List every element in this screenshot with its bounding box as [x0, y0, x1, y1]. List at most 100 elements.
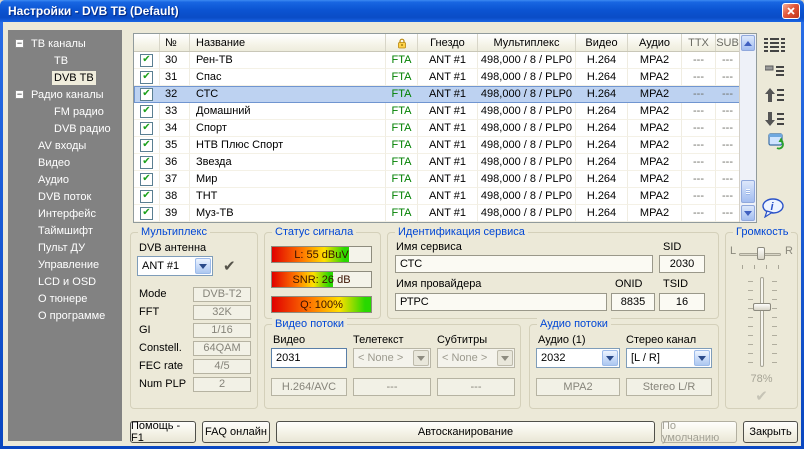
- sidebar-item[interactable]: Аудио: [8, 171, 122, 188]
- channel-row[interactable]: 35 НТВ Плюс Спорт FTA ANT #1 498,000 / 8…: [134, 137, 756, 154]
- scroll-track[interactable]: [740, 52, 756, 204]
- remove-channel-button[interactable]: [762, 60, 788, 82]
- dropdown-button[interactable]: [195, 258, 211, 274]
- close-button[interactable]: [782, 3, 800, 19]
- sidebar-item[interactable]: ТВ каналы: [8, 35, 122, 52]
- lock-icon: [396, 37, 408, 49]
- sidebar-item[interactable]: О программе: [8, 307, 122, 324]
- multiplex-field: Constell. 64QAM: [139, 341, 251, 355]
- sidebar-item[interactable]: DVB ТВ: [8, 69, 122, 86]
- sidebar-item[interactable]: О тюнере: [8, 290, 122, 307]
- header-ttx[interactable]: TTX: [682, 34, 716, 51]
- audio-codec-field: MPA2: [536, 378, 620, 396]
- provider-field: РТРС: [395, 293, 607, 311]
- title-bar[interactable]: Настройки - DVB ТВ (Default): [0, 0, 804, 22]
- balance-slider-thumb[interactable]: [757, 247, 765, 260]
- header-audio[interactable]: Аудио: [628, 34, 682, 51]
- multiplex-field-value: 1/16: [193, 323, 251, 338]
- channel-checkbox[interactable]: [140, 207, 153, 220]
- channel-checkbox[interactable]: [140, 122, 153, 135]
- channel-row[interactable]: 39 Муз-ТВ FTA ANT #1 498,000 / 8 / PLP0 …: [134, 205, 756, 222]
- help-button[interactable]: Помощь - F1: [130, 421, 196, 443]
- channel-checkbox[interactable]: [140, 71, 153, 84]
- channel-row[interactable]: 36 Звезда FTA ANT #1 498,000 / 8 / PLP0 …: [134, 154, 756, 171]
- channel-sub: ---: [716, 205, 739, 222]
- channel-video: H.264: [576, 205, 628, 222]
- subtitles-value: < None >: [438, 352, 496, 364]
- sidebar-item[interactable]: Радио каналы: [8, 86, 122, 103]
- sidebar-item[interactable]: DVB поток: [8, 188, 122, 205]
- dropdown-button[interactable]: [602, 350, 618, 366]
- scroll-up-button[interactable]: [741, 35, 755, 51]
- audio-panel-title: Аудио потоки: [537, 317, 611, 331]
- antenna-apply-check-icon[interactable]: ✔: [223, 257, 236, 275]
- video-pid-input[interactable]: 2031: [271, 348, 347, 368]
- channel-checkbox[interactable]: [140, 54, 153, 67]
- sidebar-item[interactable]: AV входы: [8, 137, 122, 154]
- multiplex-field: Num PLP 2: [139, 377, 251, 391]
- channel-checkbox[interactable]: [140, 139, 153, 152]
- channel-row[interactable]: 30 Рен-ТВ FTA ANT #1 498,000 / 8 / PLP0 …: [134, 52, 756, 69]
- channel-row[interactable]: 34 Спорт FTA ANT #1 498,000 / 8 / PLP0 H…: [134, 120, 756, 137]
- sidebar-item[interactable]: Интерфейс: [8, 205, 122, 222]
- move-channel-up-button[interactable]: [762, 84, 788, 106]
- sidebar-item-label: AV входы: [36, 139, 88, 153]
- close-dialog-button[interactable]: Закрыть: [743, 421, 798, 443]
- tree-expander-icon[interactable]: [15, 39, 24, 48]
- scroll-thumb[interactable]: [741, 180, 755, 203]
- tree-expander-icon[interactable]: [15, 90, 24, 99]
- sidebar-item[interactable]: ТВ: [8, 52, 122, 69]
- dropdown-button: [497, 350, 513, 366]
- signal-panel-title: Статус сигнала: [272, 225, 356, 239]
- sidebar-item[interactable]: DVB радио: [8, 120, 122, 137]
- header-video[interactable]: Видео: [576, 34, 628, 51]
- channel-list-button[interactable]: [762, 33, 788, 55]
- dropdown-button[interactable]: [694, 350, 710, 366]
- sidebar-item[interactable]: LCD и OSD: [8, 273, 122, 290]
- header-socket[interactable]: Гнездо: [418, 34, 478, 51]
- sidebar-item[interactable]: Таймшифт: [8, 222, 122, 239]
- sidebar-item[interactable]: Управление: [8, 256, 122, 273]
- channel-checkbox[interactable]: [140, 190, 153, 203]
- header-sub[interactable]: SUB: [716, 34, 739, 51]
- volume-slider-track[interactable]: [760, 277, 764, 367]
- channel-checkbox[interactable]: [140, 105, 153, 118]
- refresh-channels-button[interactable]: [764, 130, 790, 152]
- header-number[interactable]: №: [160, 34, 190, 51]
- table-scrollbar[interactable]: [739, 34, 756, 222]
- channel-row[interactable]: 38 ТНТ FTA ANT #1 498,000 / 8 / PLP0 H.2…: [134, 188, 756, 205]
- sidebar-item-label: DVB ТВ: [52, 71, 96, 85]
- header-lock[interactable]: [386, 34, 418, 51]
- dvb-antenna-select[interactable]: ANT #1: [137, 256, 213, 276]
- header-multiplex[interactable]: Мультиплекс: [478, 34, 576, 51]
- volume-slider-thumb[interactable]: [753, 303, 771, 311]
- channel-row[interactable]: 33 Домашний FTA ANT #1 498,000 / 8 / PLP…: [134, 103, 756, 120]
- move-channel-down-button[interactable]: [762, 107, 788, 129]
- sidebar-item-label: FM радио: [52, 105, 106, 119]
- stereo-channel-value: [L / R]: [627, 352, 693, 364]
- channel-info-button[interactable]: i: [760, 197, 786, 219]
- channel-number: 32: [160, 86, 190, 103]
- channel-row[interactable]: 32 СТС FTA ANT #1 498,000 / 8 / PLP0 H.2…: [134, 86, 756, 103]
- audio-pid-select[interactable]: 2032: [536, 348, 620, 368]
- channel-socket: ANT #1: [418, 103, 478, 120]
- balance-ticks: [742, 265, 780, 269]
- channel-multiplex: 498,000 / 8 / PLP0: [478, 171, 576, 188]
- channel-name: Рен-ТВ: [190, 52, 386, 69]
- scroll-down-button[interactable]: [741, 205, 755, 221]
- sidebar-item[interactable]: Видео: [8, 154, 122, 171]
- faq-button[interactable]: FAQ онлайн: [202, 421, 270, 443]
- channel-checkbox[interactable]: [140, 88, 153, 101]
- header-name[interactable]: Название: [190, 34, 386, 51]
- autoscan-button[interactable]: Автосканирование: [276, 421, 655, 443]
- channel-name: НТВ Плюс Спорт: [190, 137, 386, 154]
- channel-row[interactable]: 31 Спас FTA ANT #1 498,000 / 8 / PLP0 H.…: [134, 69, 756, 86]
- sidebar-item[interactable]: Пульт ДУ: [8, 239, 122, 256]
- header-checkbox-column[interactable]: [134, 34, 160, 51]
- channel-checkbox[interactable]: [140, 156, 153, 169]
- channel-row[interactable]: 37 Мир FTA ANT #1 498,000 / 8 / PLP0 H.2…: [134, 171, 756, 188]
- stereo-channel-select[interactable]: [L / R]: [626, 348, 712, 368]
- sidebar-item[interactable]: FM радио: [8, 103, 122, 120]
- sidebar-item-label: Радио каналы: [29, 88, 106, 102]
- channel-checkbox[interactable]: [140, 173, 153, 186]
